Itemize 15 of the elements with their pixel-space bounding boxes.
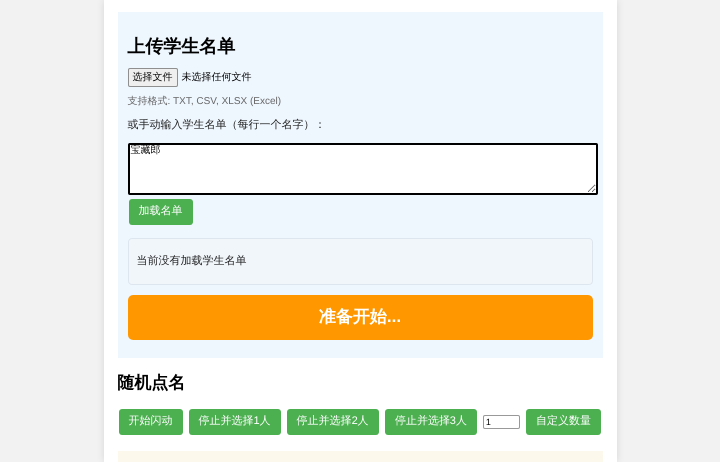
section-title: 随机点名 <box>118 372 186 394</box>
name-display: 准备开始... <box>128 294 592 340</box>
choose-file-button[interactable]: 选择文件 <box>128 68 178 87</box>
manual-input-label: 或手动输入学生名单（每行一个名字）： <box>128 118 326 133</box>
action-button[interactable]: 停止并选择3人 <box>384 408 477 434</box>
count-input[interactable]: 1 <box>482 414 520 428</box>
action-button[interactable]: 停止并选择2人 <box>286 408 379 434</box>
action-button[interactable]: 自定义数量 <box>526 408 601 434</box>
list-status: 当前没有加载学生名单 <box>136 254 246 269</box>
action-button[interactable]: 开始闪动 <box>118 408 182 434</box>
section-title: 上传学生名单 <box>128 35 236 58</box>
file-status: 未选择任何文件 <box>182 70 252 85</box>
action-button[interactable]: 停止并选择1人 <box>188 408 281 434</box>
load-list-button[interactable]: 加载名单 <box>128 198 192 224</box>
formats-hint: 支持格式: TXT, CSV, XLSX (Excel) <box>128 94 282 109</box>
